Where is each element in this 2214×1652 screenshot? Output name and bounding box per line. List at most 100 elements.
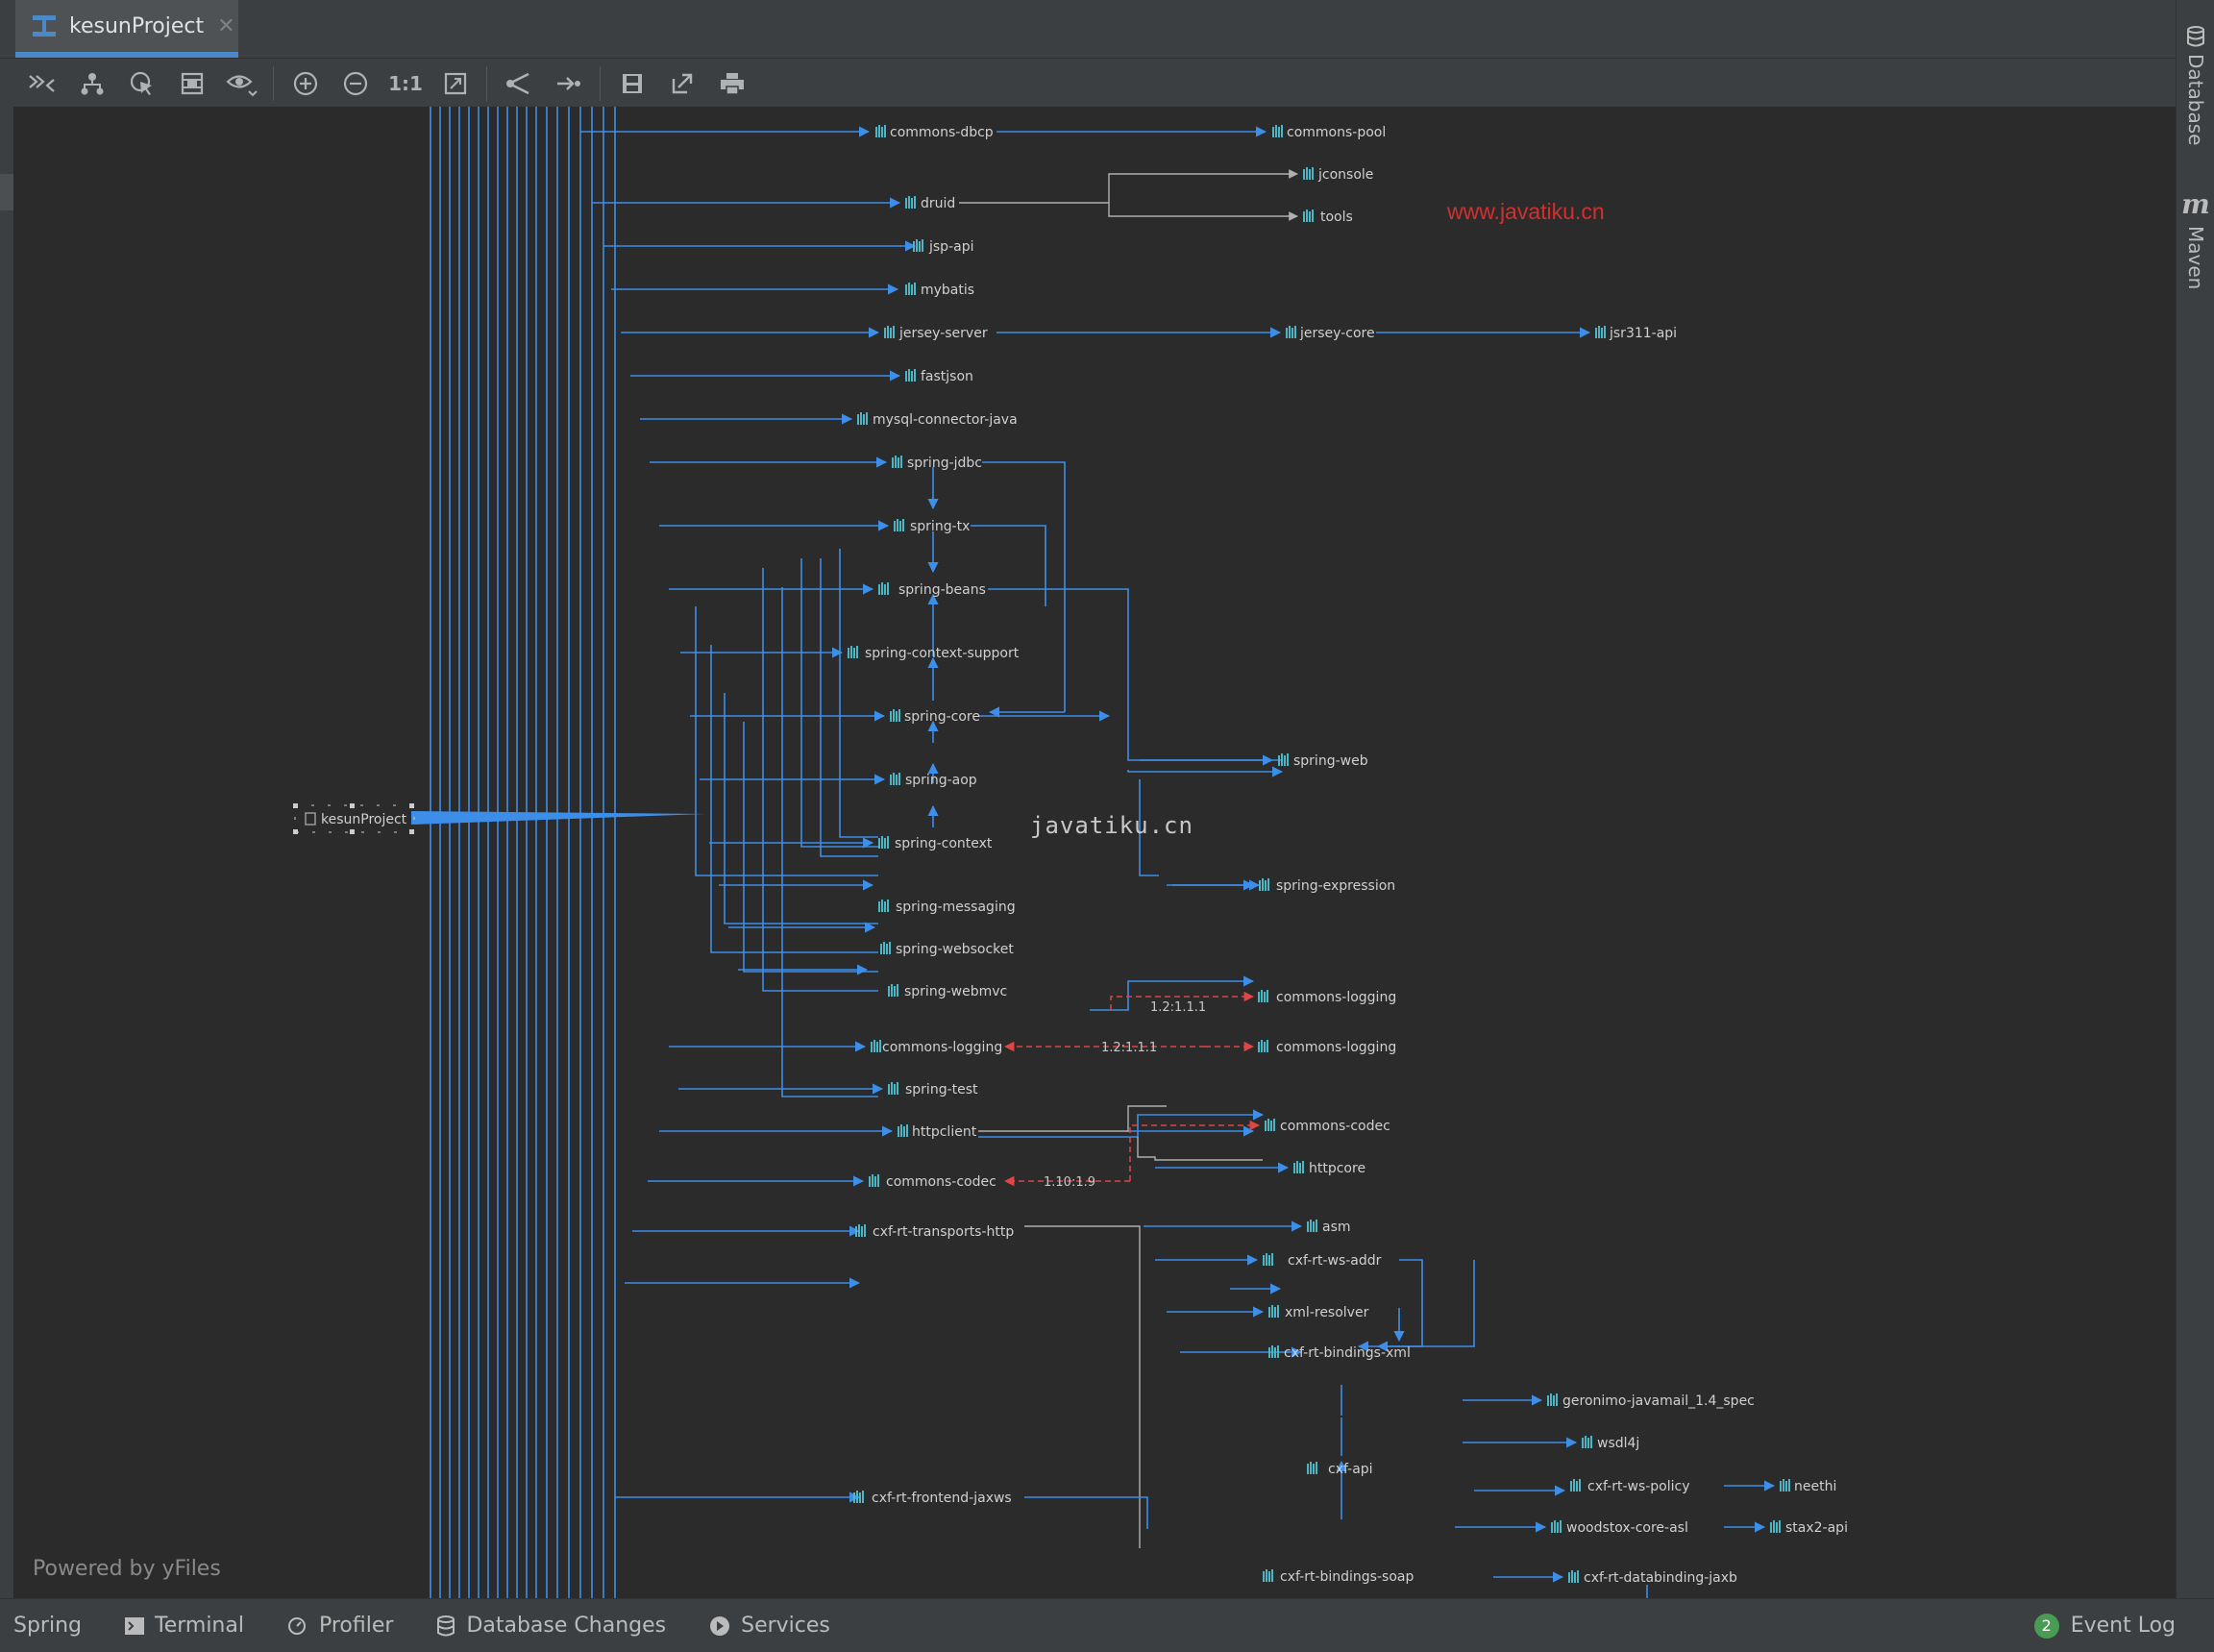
svg-text:spring-websocket: spring-websocket — [896, 942, 1014, 957]
profiler-icon — [287, 1616, 306, 1635]
node-commons-logging[interactable]: commons-logging — [1258, 990, 1396, 1005]
select-button[interactable] — [125, 66, 160, 101]
node-commons-codec[interactable]: commons-codec — [869, 1174, 996, 1190]
node-druid[interactable]: druid — [905, 196, 955, 211]
bottom-tool-bar: Spring Terminal Profiler Database Change… — [0, 1598, 2214, 1652]
node-mybatis[interactable]: mybatis — [905, 283, 974, 298]
node-cxf-rt-bindings-soap[interactable]: cxf-rt-bindings-soap — [1263, 1569, 1414, 1585]
node-spring-jdbc[interactable]: spring-jdbc — [892, 456, 982, 471]
zoom-out-icon — [343, 71, 368, 96]
event-log-tool-button[interactable]: 2 Event Log — [2033, 1599, 2176, 1652]
node-spring-context[interactable]: spring-context — [878, 836, 993, 851]
node-httpcore[interactable]: httpcore — [1293, 1161, 1365, 1176]
save-button[interactable] — [615, 66, 650, 101]
node-cxf-rt-ws-policy[interactable]: cxf-rt-ws-policy — [1570, 1479, 1690, 1494]
collapse-button[interactable] — [25, 66, 60, 101]
library-icon — [1303, 210, 1314, 222]
node-spring-core[interactable]: spring-core — [890, 709, 980, 725]
node-tools[interactable]: tools — [1303, 210, 1353, 225]
node-jsr311-api[interactable]: jsr311-api — [1595, 326, 1677, 341]
node-commons-dbcp[interactable]: commons-dbcp — [875, 125, 994, 140]
hierarchy-button[interactable] — [75, 66, 110, 101]
module-icon — [305, 812, 316, 826]
svg-text:cxf-rt-bindings-soap: cxf-rt-bindings-soap — [1280, 1569, 1414, 1585]
svg-text:spring-aop: spring-aop — [905, 773, 977, 788]
tab-kesunproject[interactable]: kesunProject ✕ — [15, 0, 238, 58]
services-tool-button[interactable]: Services — [708, 1614, 830, 1638]
node-cxf-rt-databinding-jaxb[interactable]: cxf-rt-databinding-jaxb — [1568, 1570, 1737, 1586]
services-icon — [710, 1615, 730, 1636]
library-icon — [884, 326, 895, 338]
bus-lines — [411, 107, 705, 1598]
zoom-in-button[interactable] — [288, 66, 323, 101]
library-icon — [1286, 326, 1296, 338]
node-cxf-rt-ws-addr[interactable]: cxf-rt-ws-addr — [1263, 1253, 1382, 1269]
svg-text:druid: druid — [921, 196, 955, 211]
node-spring-beans[interactable]: spring-beans — [878, 582, 986, 598]
export-button[interactable] — [665, 66, 700, 101]
node-commons-codec[interactable]: commons-codec — [1265, 1119, 1390, 1134]
node-cxf-rt-bindings-xml[interactable]: cxf-rt-bindings-xml — [1268, 1345, 1411, 1361]
svg-text:jersey-core: jersey-core — [1299, 326, 1375, 341]
library-icon — [878, 836, 889, 849]
node-spring-expression[interactable]: spring-expression — [1259, 878, 1395, 894]
node-spring-test[interactable]: spring-test — [888, 1082, 978, 1097]
svg-text:spring-context-support: spring-context-support — [865, 646, 1020, 661]
library-icon — [898, 1124, 908, 1137]
node-spring-messaging[interactable]: spring-messaging — [878, 900, 1016, 915]
svg-text:jsp-api: jsp-api — [928, 239, 973, 255]
close-icon[interactable]: ✕ — [217, 14, 234, 38]
layout-button[interactable] — [502, 66, 536, 101]
node-woodstox-core-asl[interactable]: woodstox-core-asl — [1551, 1520, 1688, 1536]
library-icon — [1293, 1161, 1304, 1173]
node-spring-context-support[interactable]: spring-context-support — [848, 646, 1020, 661]
library-icon — [1263, 1569, 1273, 1582]
fit-content-button[interactable] — [438, 66, 473, 101]
node-cxf-rt-frontend-jaxws[interactable]: cxf-rt-frontend-jaxws — [853, 1491, 1012, 1506]
node-spring-web[interactable]: spring-web — [1278, 753, 1368, 769]
node-jconsole[interactable]: jconsole — [1303, 167, 1373, 183]
fit-button[interactable] — [175, 66, 209, 101]
terminal-label: Terminal — [155, 1614, 244, 1638]
diagram-icon — [33, 15, 56, 37]
node-stax2-api[interactable]: stax2-api — [1770, 1520, 1848, 1536]
visibility-button[interactable] — [225, 66, 259, 101]
node-httpclient[interactable]: httpclient — [898, 1124, 977, 1140]
root-node[interactable]: kesunProject — [293, 803, 415, 834]
actual-size-button[interactable]: 1:1 — [388, 66, 423, 101]
node-spring-webmvc[interactable]: spring-webmvc — [888, 984, 1007, 999]
node-asm[interactable]: asm — [1307, 1220, 1351, 1235]
node-jersey-server[interactable]: jersey-server — [884, 326, 988, 341]
zoom-out-button[interactable] — [338, 66, 373, 101]
node-mysql-connector-java[interactable]: mysql-connector-java — [857, 412, 1018, 428]
svg-text:spring-messaging: spring-messaging — [896, 900, 1016, 915]
svg-text:jsr311-api: jsr311-api — [1609, 326, 1677, 341]
terminal-tool-button[interactable]: Terminal — [124, 1614, 244, 1638]
node-xml-resolver[interactable]: xml-resolver — [1268, 1305, 1369, 1320]
database-tool-button[interactable]: Database — [2180, 25, 2211, 145]
node-commons-pool[interactable]: commons-pool — [1272, 125, 1386, 140]
node-jsp-api[interactable]: jsp-api — [913, 239, 973, 255]
maven-tool-button[interactable]: m Maven — [2180, 188, 2211, 289]
library-icon — [848, 646, 858, 658]
diagram-canvas[interactable]: 1.2:1.1.1 1.2:1.1.1 1.10:1.9 kesunProjec… — [13, 107, 2176, 1598]
node-fastjson[interactable]: fastjson — [905, 369, 973, 384]
node-spring-websocket[interactable]: spring-websocket — [880, 942, 1014, 957]
node-commons-logging[interactable]: commons-logging — [1258, 1040, 1396, 1055]
library-icon — [1259, 878, 1269, 891]
select-icon — [130, 71, 152, 95]
node-commons-logging[interactable]: commons-logging — [871, 1040, 1002, 1055]
profiler-tool-button[interactable]: Profiler — [286, 1614, 393, 1638]
node-geronimo-javamail[interactable]: geronimo-javamail_1.4_spec — [1547, 1393, 1755, 1409]
node-neethi[interactable]: neethi — [1780, 1479, 1836, 1494]
apply-layout-button[interactable] — [552, 66, 586, 101]
database-changes-tool-button[interactable]: Database Changes — [435, 1614, 666, 1638]
print-button[interactable] — [715, 66, 750, 101]
node-cxf-api[interactable]: cxf-api — [1307, 1462, 1373, 1477]
node-jersey-core[interactable]: jersey-core — [1286, 326, 1375, 341]
node-wsdl4j[interactable]: wsdl4j — [1582, 1436, 1639, 1451]
node-spring-tx[interactable]: spring-tx — [894, 519, 970, 534]
node-cxf-rt-transports-http[interactable]: cxf-rt-transports-http — [855, 1224, 1014, 1240]
node-spring-aop[interactable]: spring-aop — [890, 773, 977, 788]
spring-tool-button[interactable]: Spring — [0, 1614, 82, 1638]
